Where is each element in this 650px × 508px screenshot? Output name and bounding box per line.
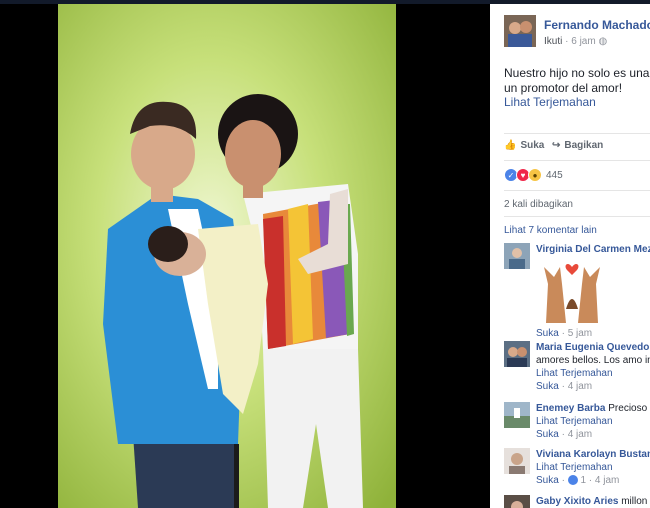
commenter-name[interactable]: Gaby Xixito Aries: [536, 496, 618, 507]
comment-meta: Suka · 1 · 4 jam: [536, 475, 620, 486]
avatar-image: [504, 448, 530, 474]
share-label: Bagikan: [564, 140, 604, 151]
reactions-summary[interactable]: ✓ ♥ ● 445: [504, 168, 563, 182]
comment-time[interactable]: 4 jam: [568, 429, 592, 440]
comment-time[interactable]: 4 jam: [568, 381, 592, 392]
comment-time[interactable]: 5 jam: [568, 328, 592, 339]
cat-sticker: [536, 259, 650, 327]
commenter-avatar[interactable]: [504, 243, 530, 269]
follow-link[interactable]: Ikuti: [544, 36, 562, 47]
comment-like-link[interactable]: Suka: [536, 328, 559, 339]
comment-like-link[interactable]: Suka: [536, 381, 559, 392]
comment-text: Precioso: [608, 403, 648, 414]
commenter-name[interactable]: Maria Eugenia Quevedo E: [536, 342, 650, 353]
commenter-avatar[interactable]: [504, 402, 530, 428]
author-name[interactable]: Fernando Machado: [544, 18, 650, 32]
comment-like-link[interactable]: Suka: [536, 429, 559, 440]
see-translation-link[interactable]: Lihat Terjemahan: [536, 461, 650, 474]
globe-icon: ◍: [598, 36, 608, 47]
commenter-name[interactable]: Viviana Karolayn Bustam: [536, 449, 650, 460]
comment-item: Viviana Karolayn Bustam Lihat Terjemahan…: [504, 448, 650, 492]
comment-body: Viviana Karolayn Bustam Lihat Terjemahan…: [536, 448, 650, 487]
share-arrow-icon: ↪: [552, 140, 561, 151]
avatar-image: [504, 341, 530, 367]
see-translation-link[interactable]: Lihat Terjemahan: [504, 95, 596, 109]
post-side-panel: Fernando Machado Ikuti · 6 jam ◍ Nuestro…: [490, 4, 650, 508]
commenter-avatar[interactable]: [504, 448, 530, 474]
photo-image: [58, 4, 396, 508]
share-button[interactable]: ↪ Bagikan: [552, 140, 603, 151]
comment-meta: Suka · 4 jam: [536, 381, 593, 392]
post-photo[interactable]: [58, 4, 396, 508]
comment-text: millon b: [621, 496, 650, 507]
wow-reaction-icon: ●: [528, 168, 542, 182]
author-avatar[interactable]: [504, 15, 536, 47]
commenter-avatar[interactable]: [504, 495, 530, 508]
avatar-image: [504, 495, 530, 508]
like-button[interactable]: 👍 Suka: [504, 140, 544, 151]
post-text: Nuestro hijo no solo es una b un promoto…: [504, 66, 650, 96]
divider: [504, 133, 650, 134]
like-label: Suka: [520, 140, 545, 151]
avatar-image: [504, 402, 530, 428]
view-more-comments-link[interactable]: Lihat 7 komentar lain: [504, 225, 597, 236]
photo-viewer[interactable]: [0, 4, 490, 508]
comment-like-count[interactable]: 1: [580, 475, 586, 486]
comment-meta: Suka · 5 jam: [536, 328, 593, 339]
comment-item: Enemey Barba Precioso Lihat Terjemahan S…: [504, 402, 650, 446]
comment-meta: Suka · 4 jam: [536, 429, 593, 440]
comment-body: Enemey Barba Precioso Lihat Terjemahan S…: [536, 402, 650, 441]
see-translation-link[interactable]: Lihat Terjemahan: [536, 415, 650, 428]
divider: [504, 160, 650, 161]
avatar-image: [504, 15, 536, 47]
see-translation-link[interactable]: Lihat Terjemahan: [536, 367, 650, 380]
post-meta: Ikuti · 6 jam ◍: [544, 36, 607, 47]
comment-body: Virginia Del Carmen Meza Suka · 5 jam: [536, 243, 650, 340]
post-text-line1: Nuestro hijo no solo es una b: [504, 66, 650, 80]
comment-like-thumb-icon: [567, 475, 578, 486]
comment-item: Virginia Del Carmen Meza Suka · 5 jam: [504, 243, 650, 339]
thumbs-up-icon: 👍: [504, 140, 517, 151]
commenter-avatar[interactable]: [504, 341, 530, 367]
commenter-name[interactable]: Virginia Del Carmen Meza: [536, 244, 650, 255]
post-time[interactable]: 6 jam: [571, 36, 595, 47]
divider: [504, 216, 650, 217]
comment-like-link[interactable]: Suka: [536, 475, 559, 486]
comment-body: Maria Eugenia Quevedo E amores bellos. L…: [536, 341, 650, 393]
shares-count[interactable]: 2 kali dibagikan: [504, 199, 573, 210]
comment-body: Gaby Xixito Aries millon b: [536, 495, 650, 508]
comment-item: Gaby Xixito Aries millon b: [504, 495, 650, 508]
avatar-image: [504, 243, 530, 269]
kissing-cats-sticker-icon: [544, 263, 600, 323]
comment-item: Maria Eugenia Quevedo E amores bellos. L…: [504, 341, 650, 397]
divider: [504, 190, 650, 191]
post-text-line2: un promotor del amor!: [504, 81, 623, 95]
comment-text: amores bellos. Los amo in: [536, 355, 650, 366]
commenter-name[interactable]: Enemey Barba: [536, 403, 605, 414]
reaction-count: 445: [546, 169, 563, 181]
comment-time[interactable]: 4 jam: [595, 475, 619, 486]
